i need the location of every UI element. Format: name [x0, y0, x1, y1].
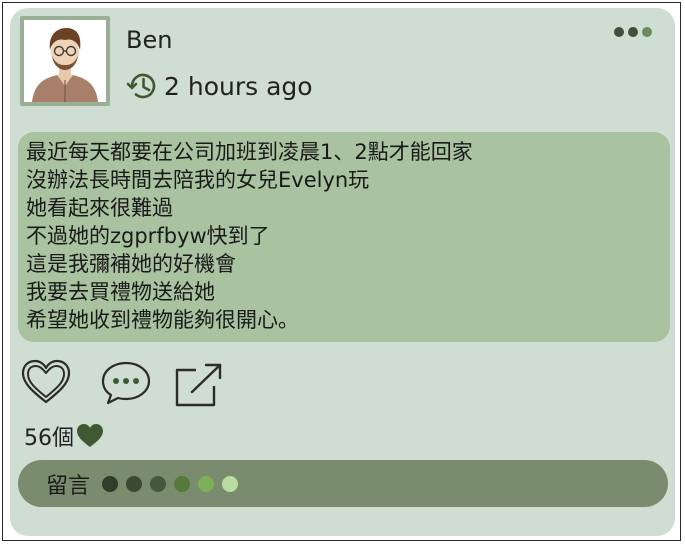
comment-dot: [174, 475, 191, 492]
post-message: 最近每天都要在公司加班到凌晨1、2點才能回家 沒辦法長時間去陪我的女兒Evely…: [18, 132, 670, 342]
post-timestamp: 2 hours ago: [126, 68, 313, 104]
like-button[interactable]: [20, 358, 72, 410]
comment-dot: [198, 475, 215, 492]
message-line: 不過她的zgprfbyw快到了: [26, 224, 270, 248]
more-options-button[interactable]: [614, 24, 662, 40]
comment-typing-dots: [102, 475, 239, 492]
avatar[interactable]: [20, 16, 110, 106]
comment-dot: [150, 475, 167, 492]
heart-filled-icon: [77, 424, 103, 447]
comment-dot: [222, 475, 239, 492]
avatar-illustration: [24, 20, 106, 102]
comment-dot: [126, 475, 143, 492]
likes-count: 56個: [24, 426, 74, 451]
message-line: 我要去買禮物送給她: [26, 280, 215, 304]
message-line: 她看起來很難過: [26, 196, 173, 220]
share-external-icon: [175, 363, 222, 407]
author-name[interactable]: Ben: [126, 26, 172, 54]
chat-bubble-icon: [101, 361, 151, 405]
more-dot: [642, 27, 652, 37]
comment-input-bar[interactable]: 留言: [18, 460, 668, 507]
share-button[interactable]: [174, 362, 224, 412]
message-line: 最近每天都要在公司加班到凌晨1、2點才能回家: [26, 140, 473, 164]
message-line: 希望她收到禮物能夠很開心。: [26, 308, 299, 332]
comment-label: 留言: [46, 473, 91, 499]
comment-button[interactable]: [100, 360, 152, 410]
likes-summary: 56個: [24, 420, 104, 452]
time-ago-label: 2 hours ago: [164, 71, 313, 101]
comment-dot: [102, 475, 119, 492]
more-dot: [614, 27, 624, 37]
message-line: 沒辦法長時間去陪我的女兒Evelyn玩: [26, 168, 370, 192]
more-dot: [628, 27, 638, 37]
message-line: 這是我彌補她的好機會: [26, 252, 236, 276]
history-clock-icon: [126, 73, 156, 99]
heart-outline-icon: [21, 359, 71, 404]
